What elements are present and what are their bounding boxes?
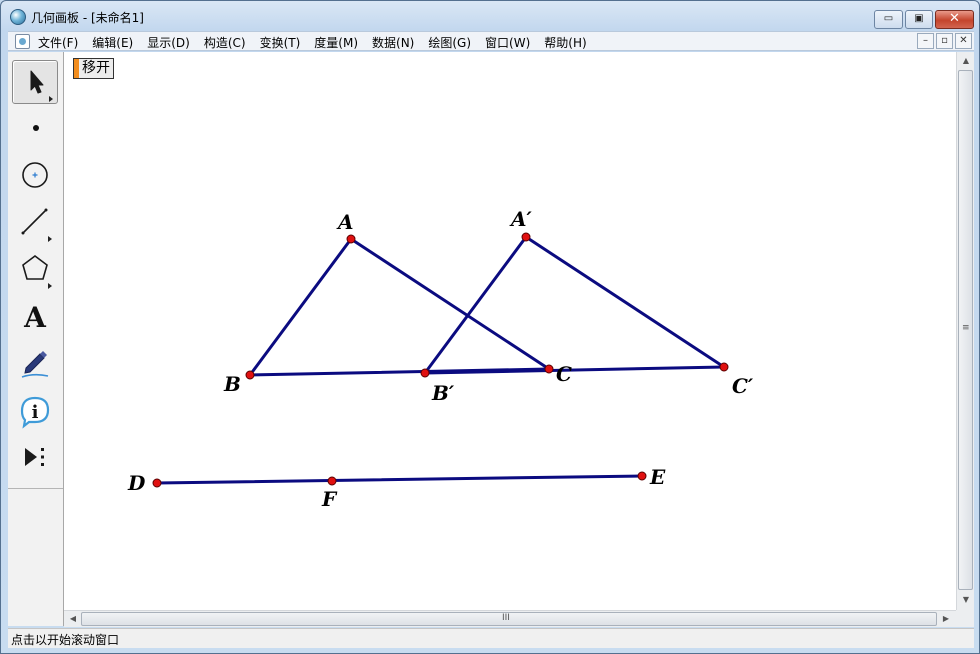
horizontal-grip-icon: III	[502, 613, 510, 623]
app-window: 几何画板 - [未命名1] ▭ ▣ ✕ 文件(F) 编辑(E) 显示(D) 构造…	[0, 0, 980, 654]
status-text: 点击以开始滚动窗口	[11, 633, 120, 647]
info-icon: i	[20, 396, 50, 429]
menu-bar: 文件(F) 编辑(E) 显示(D) 构造(C) 变换(T) 度量(M) 数据(N…	[8, 31, 974, 51]
status-bar: 点击以开始滚动窗口	[8, 628, 974, 648]
menu-transform[interactable]: 变换(T)	[260, 34, 301, 51]
svg-text:A: A	[23, 301, 47, 334]
point-c[interactable]	[544, 364, 554, 374]
document-window-controls: – ▫ ✕	[915, 33, 972, 49]
label-a-prime[interactable]: A′	[509, 207, 533, 231]
point-a[interactable]	[346, 234, 356, 244]
app-icon	[10, 9, 26, 25]
scroll-down-icon[interactable]: ▼	[958, 592, 974, 608]
menu-edit[interactable]: 编辑(E)	[92, 34, 133, 51]
segment-icon	[21, 208, 52, 242]
point-b-prime[interactable]	[420, 368, 430, 378]
doc-close-button[interactable]: ✕	[955, 33, 972, 49]
scroll-left-icon[interactable]: ◀	[65, 611, 81, 627]
compass-tool[interactable]	[12, 154, 58, 198]
vertical-scroll-thumb[interactable]: ≡	[958, 70, 973, 590]
menu-number[interactable]: 数据(N)	[372, 34, 414, 51]
point-tool[interactable]	[12, 107, 58, 151]
marker-tool[interactable]	[12, 342, 58, 386]
menu-items: 文件(F) 编辑(E) 显示(D) 构造(C) 变换(T) 度量(M) 数据(N…	[38, 34, 601, 51]
menu-file[interactable]: 文件(F)	[38, 34, 78, 51]
doc-minimize-button[interactable]: –	[917, 33, 934, 49]
menu-display[interactable]: 显示(D)	[147, 34, 190, 51]
label-a[interactable]: A	[336, 210, 354, 234]
point-d[interactable]	[152, 478, 162, 488]
point-e[interactable]	[637, 471, 647, 481]
marker-icon	[21, 351, 49, 378]
label-c-prime[interactable]: C′	[732, 374, 754, 398]
circle-icon	[22, 162, 48, 188]
minimize-button[interactable]: ▭	[874, 10, 903, 29]
selection-arrow-tool[interactable]	[12, 60, 58, 104]
point-f[interactable]	[327, 476, 337, 486]
letter-a-icon: A	[23, 301, 47, 334]
label-c[interactable]: C	[556, 362, 572, 386]
segment-ab[interactable]	[248, 237, 353, 377]
window-title: 几何画板 - [未命名1]	[31, 11, 144, 25]
svg-text:i: i	[32, 402, 39, 423]
menu-help[interactable]: 帮助(H)	[544, 34, 586, 51]
segment-a-prime-b-prime[interactable]	[423, 235, 528, 375]
title-bar: 几何画板 - [未命名1] ▭ ▣ ✕	[1, 1, 979, 31]
label-d[interactable]: D	[127, 471, 146, 495]
vertical-scrollbar[interactable]: ▲ ≡ ▼	[956, 52, 974, 610]
document-icon[interactable]	[15, 34, 30, 49]
doc-restore-button[interactable]: ▫	[936, 33, 953, 49]
point-a-prime[interactable]	[521, 232, 531, 242]
label-b-prime[interactable]: B′	[431, 381, 455, 405]
segment-a-prime-c-prime[interactable]	[524, 235, 726, 369]
label-b[interactable]: B	[223, 372, 241, 396]
label-e[interactable]: E	[649, 465, 666, 489]
text-tool[interactable]: A	[12, 295, 58, 339]
toolbox: A i	[8, 52, 64, 626]
menu-construct[interactable]: 构造(C)	[204, 34, 246, 51]
point-icon	[33, 125, 39, 131]
vertical-grip-icon: ≡	[962, 323, 970, 333]
menu-measure[interactable]: 度量(M)	[314, 34, 358, 51]
arrow-icon	[30, 70, 53, 102]
scroll-up-icon[interactable]: ▲	[958, 53, 974, 69]
geometry-sketch[interactable]: A B C A′ B′ C′ D E F	[64, 52, 956, 610]
horizontal-scrollbar[interactable]: ◀ III ▶	[64, 610, 956, 627]
close-button[interactable]: ✕	[935, 10, 974, 29]
information-tool[interactable]: i	[12, 389, 58, 433]
polygon-tool[interactable]	[12, 248, 58, 292]
sketch-canvas[interactable]: 移开 A B C A′ B′ C′ D E F	[64, 52, 956, 610]
pentagon-icon	[22, 255, 52, 289]
label-f[interactable]: F	[321, 487, 338, 511]
straightedge-tool[interactable]	[12, 201, 58, 245]
menu-window[interactable]: 窗口(W)	[485, 34, 530, 51]
scroll-right-icon[interactable]: ▶	[938, 611, 954, 627]
menu-graph[interactable]: 绘图(G)	[428, 34, 471, 51]
point-c-prime[interactable]	[719, 362, 729, 372]
play-more-icon	[25, 448, 44, 466]
point-b[interactable]	[245, 370, 255, 380]
toolbox-divider	[8, 488, 63, 489]
segment-de[interactable]	[155, 474, 644, 485]
horizontal-scroll-thumb[interactable]: III	[81, 612, 937, 626]
maximize-button[interactable]: ▣	[905, 10, 933, 29]
scrollbar-corner	[956, 610, 974, 627]
segment-ac[interactable]	[349, 237, 551, 371]
custom-tool[interactable]	[12, 436, 58, 480]
